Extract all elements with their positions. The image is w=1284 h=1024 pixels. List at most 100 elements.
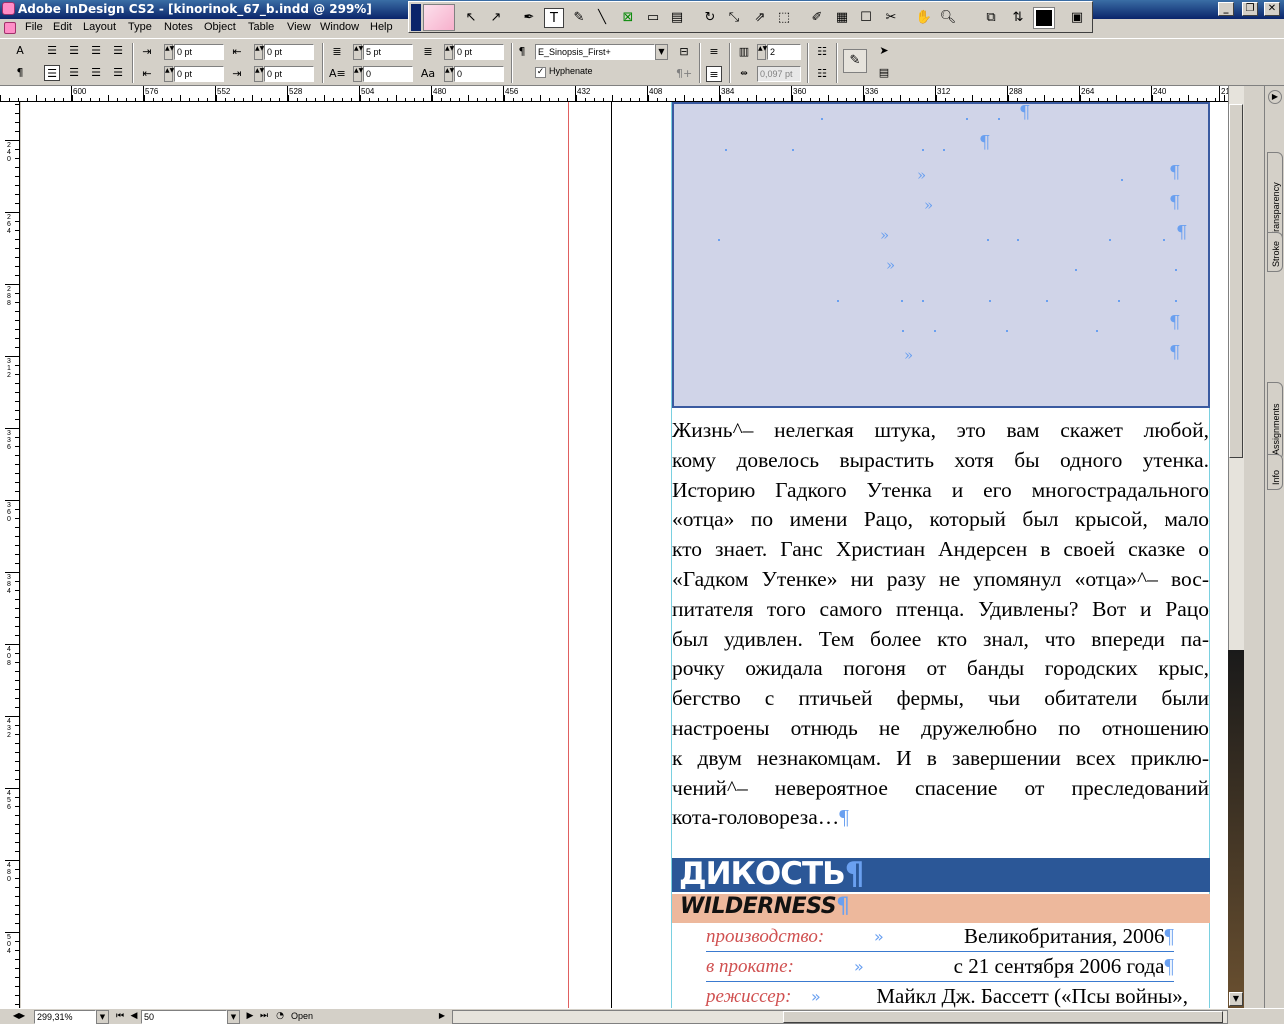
page-field[interactable]: 50 [141, 1010, 227, 1024]
vertical-ruler[interactable]: 240 264 288 312 336 360 384 408 432 456 480 504 [0, 102, 20, 1008]
menu-layout[interactable]: Layout [83, 21, 116, 33]
right-indent-spinner[interactable]: ▲▼ [254, 44, 264, 60]
rotate-tool-icon[interactable]: ↻ [700, 8, 720, 28]
minimize-button[interactable]: _ [1218, 2, 1234, 16]
shear-tool-icon[interactable]: ⇗ [750, 8, 770, 28]
left-indent-spinner[interactable]: ▲▼ [164, 44, 174, 60]
paragraph-mode-icon[interactable]: ¶ [12, 65, 28, 81]
body-text-frame[interactable]: Жизнь^– нелегкая штука, это вам скажет л… [672, 416, 1209, 833]
align-left-icon[interactable]: ☰ [44, 43, 60, 59]
space-after-spinner[interactable]: ▲▼ [444, 44, 454, 60]
drop-cap-lines-field[interactable]: 0 [363, 66, 413, 82]
paragraph-style-dropdown[interactable]: ▼ [655, 44, 668, 60]
rectangle-tool-icon[interactable]: ▭ [643, 8, 663, 28]
hscroll-thumb[interactable] [783, 1011, 1223, 1023]
pencil-tool-icon[interactable]: ✎ [569, 8, 589, 28]
columns-spinner[interactable]: ▲▼ [757, 44, 767, 60]
space-before-spinner[interactable]: ▲▼ [353, 44, 363, 60]
fill-stroke-icon[interactable]: ⧉ [981, 8, 1001, 28]
zoom-field[interactable]: 299,31% [34, 1010, 96, 1024]
arrow-circle-icon[interactable]: ➤ [876, 43, 892, 59]
tab-info[interactable]: Info [1267, 454, 1283, 490]
left-indent-field[interactable]: 0 pt [174, 44, 224, 60]
menu-type[interactable]: Type [128, 21, 152, 33]
justify-right-icon[interactable]: ☰ [88, 65, 104, 81]
menu-notes[interactable]: Notes [164, 21, 193, 33]
scale-tool-icon[interactable]: ⤡ [724, 8, 744, 28]
screen-mode-icon[interactable]: ▣ [1067, 8, 1087, 28]
palette-grip[interactable] [411, 4, 421, 31]
space-before-field[interactable]: 5 pt [363, 44, 413, 60]
app-icon[interactable] [2, 2, 15, 15]
subheading-bar[interactable]: WILDERNESS¶ [672, 894, 1210, 923]
heading-bar[interactable]: ДИКОСТЬ¶ [672, 856, 1210, 892]
drop-cap-chars-spinner[interactable]: ▲▼ [444, 66, 454, 82]
swap-icon[interactable]: ⇅ [1008, 8, 1028, 28]
columns-field[interactable]: 2 [767, 44, 801, 60]
credit-row-release[interactable]: в прокате: » с 21 сентября 2006 года¶ [706, 954, 1174, 982]
space-after-field[interactable]: 0 pt [454, 44, 504, 60]
horizontal-ruler[interactable]: 600 576 552 528 504 480 456 432 408 384 360 336 312 2… [0, 86, 1230, 102]
last-line-indent-field[interactable]: 0 pt [264, 66, 314, 82]
document-canvas[interactable]: ¶ ¶ » ¶ » ¶ » ¶ » ¶ » ¶ Жизнь^– нелегкая… [21, 102, 1228, 1008]
not-align-to-grid-icon[interactable]: ≡ [706, 44, 722, 60]
gutter-field[interactable]: 0,097 pt [757, 66, 801, 82]
version-cue-icon[interactable]: ◔ [274, 1009, 286, 1023]
image-frame[interactable]: ¶ ¶ » ¶ » ¶ » ¶ » ¶ » ¶ [672, 102, 1210, 408]
document-icon[interactable] [4, 22, 16, 34]
status-menu-icon[interactable]: ▶ [436, 1009, 448, 1023]
tab-stroke[interactable]: Stroke [1267, 232, 1283, 272]
tab-transparency[interactable]: Transparency [1267, 152, 1283, 242]
prev-page-icon[interactable]: ◀ [128, 1009, 140, 1023]
free-transform-tool-icon[interactable]: ⬚ [774, 8, 794, 28]
first-page-icon[interactable]: ⏮ [114, 1009, 126, 1023]
justify-center-icon[interactable]: ☰ [66, 65, 82, 81]
scrollbar-thumb[interactable] [1229, 104, 1243, 458]
menu-edit[interactable]: Edit [53, 21, 72, 33]
panel-menu-icon[interactable]: ▤ [876, 65, 892, 81]
zoom-tool-icon[interactable]: 🔍︎ [938, 8, 958, 28]
paragraph-options-icon[interactable]: ¶+ [676, 66, 692, 82]
quick-apply-icon[interactable]: ✎ [843, 49, 867, 73]
first-line-indent-spinner[interactable]: ▲▼ [164, 66, 174, 82]
zoom-arrows-icon[interactable]: ◀▶ [12, 1009, 26, 1023]
scroll-down-button[interactable]: ▼ [1229, 992, 1243, 1006]
clear-overrides-icon[interactable]: ⊟ [676, 44, 692, 60]
eyedropper-tool-icon[interactable]: ✐ [807, 8, 827, 28]
align-to-grid-icon[interactable]: ≡ [706, 66, 722, 82]
align-center-icon[interactable]: ☰ [66, 43, 82, 59]
horizontal-scrollbar[interactable] [452, 1010, 1228, 1024]
menu-help[interactable]: Help [370, 21, 393, 33]
direct-selection-tool-icon[interactable]: ↗ [486, 8, 506, 28]
menu-object[interactable]: Object [204, 21, 236, 33]
last-line-indent-spinner[interactable]: ▲▼ [254, 66, 264, 82]
dock-arrow-icon[interactable]: ▶ [1268, 90, 1282, 104]
scissors-tool-icon[interactable]: ✂ [881, 8, 901, 28]
hand-tool-icon[interactable]: ✋ [914, 8, 934, 28]
character-mode-icon[interactable]: A [12, 43, 28, 59]
type-tool-icon[interactable]: T [544, 8, 564, 28]
bulleted-list-icon[interactable]: ☷ [814, 44, 830, 60]
pen-tool-icon[interactable]: ✒ [519, 8, 539, 28]
rectangle-frame-tool-icon[interactable]: ⊠ [618, 8, 638, 28]
menu-table[interactable]: Table [248, 21, 274, 33]
credit-row-production[interactable]: производство: » Великобритания, 2006¶ [706, 924, 1174, 952]
next-page-icon[interactable]: ▶ [244, 1009, 256, 1023]
last-page-icon[interactable]: ⏭ [258, 1009, 270, 1023]
justify-all-icon[interactable]: ☰ [44, 65, 60, 81]
menu-view[interactable]: View [287, 21, 311, 33]
menu-window[interactable]: Window [320, 21, 359, 33]
first-line-indent-field[interactable]: 0 pt [174, 66, 224, 82]
selection-tool-icon[interactable]: ↖ [461, 8, 481, 28]
drop-cap-lines-spinner[interactable]: ▲▼ [353, 66, 363, 82]
button-tool-2-icon[interactable]: ☐ [856, 8, 876, 28]
fill-color-icon[interactable] [1033, 7, 1055, 29]
restore-button[interactable]: ❐ [1242, 2, 1258, 16]
menu-file[interactable]: File [25, 21, 43, 33]
button-tool-icon[interactable]: ▤ [667, 8, 687, 28]
tab-assignments[interactable]: Assignments [1267, 382, 1283, 460]
hyphenate-checkbox[interactable]: ✓ [535, 67, 546, 78]
drop-cap-chars-field[interactable]: 0 [454, 66, 504, 82]
align-spine-icon[interactable]: ☰ [110, 65, 126, 81]
right-indent-field[interactable]: 0 pt [264, 44, 314, 60]
